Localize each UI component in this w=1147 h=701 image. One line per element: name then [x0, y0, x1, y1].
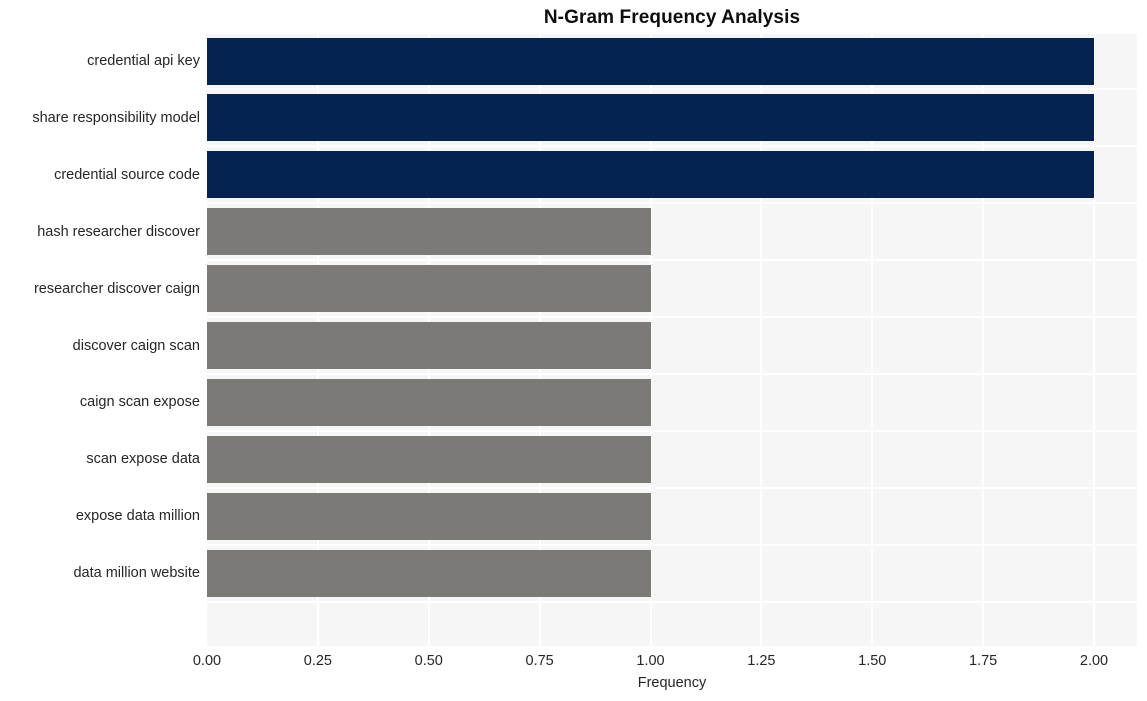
- y-tick-label: credential source code: [54, 166, 200, 183]
- x-tick-label: 0.00: [192, 653, 222, 669]
- y-tick-label: researcher discover caign: [33, 280, 200, 297]
- y-axis-tick-labels: credential api key share responsibility m…: [0, 33, 207, 646]
- x-axis-label: Frequency: [637, 675, 707, 691]
- y-tick-label: data million website: [73, 565, 200, 582]
- x-axis-tick-labels: 0.00 0.25 0.50 0.75 1.00 1.25 1.50 1.75 2.00: [193, 646, 1137, 676]
- gridline-horizontal: [207, 429, 1137, 432]
- y-tick-label: scan expose data: [86, 451, 200, 468]
- y-tick-label: share responsibility model: [32, 109, 200, 126]
- bar: [207, 265, 651, 313]
- x-tick-label: 1.75: [969, 653, 998, 669]
- bar: [207, 492, 651, 540]
- x-tick-label: 1.25: [747, 653, 776, 669]
- bar: [207, 549, 651, 597]
- x-tick-label: 0.25: [303, 653, 332, 669]
- y-tick-label: credential api key: [87, 53, 200, 69]
- bar: [207, 37, 1094, 85]
- bar: [207, 151, 1094, 199]
- gridline-horizontal: [207, 600, 1137, 603]
- chart-figure: N-Gram Frequency Analysis credential api…: [0, 0, 1147, 701]
- x-tick-label: 1.00: [636, 653, 665, 669]
- bar: [207, 322, 651, 369]
- plot-area: [207, 31, 1137, 646]
- x-tick-label: 1.50: [858, 653, 887, 669]
- gridline-horizontal: [207, 88, 1137, 91]
- gridline-horizontal: [207, 316, 1137, 319]
- x-tick-label: 0.75: [525, 653, 554, 669]
- x-tick-label: 0.50: [414, 653, 443, 669]
- gridline-horizontal: [207, 31, 1137, 34]
- bar: [207, 208, 651, 256]
- y-tick-label: discover caign scan: [72, 337, 200, 354]
- y-tick-label: expose data million: [75, 508, 200, 525]
- gridline-horizontal: [207, 372, 1137, 375]
- gridline-horizontal: [207, 486, 1137, 489]
- bar: [207, 378, 651, 426]
- gridline-horizontal: [207, 259, 1137, 262]
- gridline-horizontal: [207, 202, 1137, 205]
- x-tick-label: 2.00: [1079, 653, 1109, 669]
- y-tick-label: caign scan expose: [79, 394, 200, 411]
- y-tick-label: hash researcher discover: [37, 223, 200, 240]
- bar: [207, 94, 1094, 142]
- chart-title: N-Gram Frequency Analysis: [543, 7, 801, 28]
- bar: [207, 435, 651, 483]
- gridline-horizontal: [207, 145, 1137, 148]
- gridline-horizontal: [207, 543, 1137, 546]
